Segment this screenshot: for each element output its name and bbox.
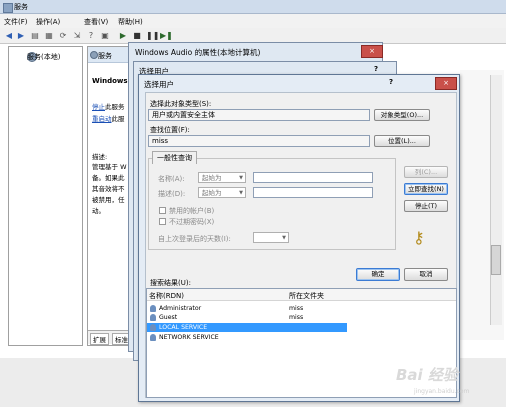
- view-icon[interactable]: ▣: [100, 31, 110, 41]
- menu-bar: 文件(F) 操作(A) 查看(V) 帮助(H): [0, 14, 506, 28]
- results-label: 搜索结果(U):: [150, 279, 191, 287]
- watermark-subtext: jingyan.baidu.com: [414, 388, 470, 395]
- disabled-accounts-checkbox[interactable]: [159, 207, 166, 214]
- tab-extended[interactable]: 扩展: [90, 333, 109, 345]
- start-icon[interactable]: ▶: [118, 31, 128, 41]
- menu-file[interactable]: 文件(F): [4, 17, 28, 27]
- window-title: 服务: [14, 3, 28, 11]
- close-icon[interactable]: ×: [361, 45, 383, 58]
- name-match-select[interactable]: 起始为 ▼: [198, 172, 246, 183]
- dialog-title: 选择用户: [144, 80, 174, 89]
- stop-icon[interactable]: ■: [132, 31, 142, 41]
- no-expire-password-checkbox[interactable]: [159, 218, 166, 225]
- export-icon[interactable]: ⇲: [72, 31, 82, 41]
- menu-action[interactable]: 操作(A): [36, 17, 60, 27]
- gear-icon: [90, 51, 98, 59]
- stop-button[interactable]: 停止(T): [404, 200, 448, 212]
- result-name: LOCAL SERVICE: [159, 324, 208, 331]
- location-label: 查找位置(F):: [150, 126, 190, 134]
- help-icon[interactable]: ?: [86, 31, 96, 41]
- restart-icon[interactable]: ▶❚: [160, 31, 173, 41]
- column-header-name[interactable]: 名称(RDN): [149, 291, 184, 301]
- object-type-label: 选择此对象类型(S):: [150, 100, 212, 108]
- name-input[interactable]: [253, 172, 373, 183]
- restart-link-suffix: 此服: [111, 115, 125, 123]
- ok-button[interactable]: 确定: [356, 268, 400, 281]
- console-tree-icon[interactable]: ▤: [30, 31, 40, 41]
- vertical-scrollbar[interactable]: [490, 75, 502, 325]
- forward-icon[interactable]: ▶: [16, 31, 26, 41]
- user-icon: [150, 314, 156, 321]
- panel-header-title: 服务: [98, 52, 112, 60]
- location-field: miss: [148, 135, 370, 147]
- close-icon[interactable]: ×: [435, 77, 457, 90]
- help-icon[interactable]: ?: [389, 78, 393, 86]
- user-icon: [150, 334, 156, 341]
- chevron-down-icon: ▼: [282, 235, 286, 241]
- find-now-button[interactable]: 立即查找(N): [404, 183, 448, 195]
- column-header-folder[interactable]: 所在文件夹: [289, 291, 324, 301]
- refresh-icon[interactable]: ⟳: [58, 31, 68, 41]
- restart-link[interactable]: 重启动: [92, 115, 112, 123]
- user-icon: [150, 324, 156, 331]
- user-icon: [150, 305, 156, 312]
- properties-icon[interactable]: ▦: [44, 31, 54, 41]
- scrollbar-thumb[interactable]: [491, 245, 501, 275]
- object-types-button[interactable]: 对象类型(O)...: [374, 109, 430, 121]
- menu-help[interactable]: 帮助(H): [118, 17, 143, 27]
- query-key-icon: ⚷: [413, 228, 425, 247]
- result-name: Administrator: [159, 305, 202, 312]
- result-row[interactable]: NETWORK SERVICE: [147, 333, 347, 342]
- chevron-down-icon: ▼: [239, 190, 243, 196]
- description-label: 描述(D):: [158, 190, 186, 198]
- cancel-button[interactable]: 取消: [404, 268, 448, 281]
- days-since-logon-select[interactable]: ▼: [253, 232, 289, 243]
- description-match-select[interactable]: 起始为 ▼: [198, 187, 246, 198]
- stop-link-suffix: 此服务: [105, 103, 125, 111]
- disabled-accounts-label: 禁用的帐户(B): [169, 207, 215, 215]
- chevron-down-icon: ▼: [239, 175, 243, 181]
- result-row-selected[interactable]: LOCAL SERVICE: [147, 323, 347, 332]
- tree-item-services-local[interactable]: 服务(本地): [27, 52, 60, 62]
- description-match-value: 起始为: [202, 189, 222, 197]
- menu-view[interactable]: 查看(V): [84, 17, 108, 27]
- result-name: NETWORK SERVICE: [159, 334, 219, 341]
- baidu-watermark: Bai 经验 jingyan.baidu.com: [392, 358, 504, 405]
- object-type-field: 用户或内置安全主体: [148, 109, 370, 121]
- services-titlebar: 服务: [0, 0, 506, 14]
- result-folder: miss: [289, 314, 304, 321]
- no-expire-password-label: 不过期密码(X): [169, 218, 215, 226]
- name-match-value: 起始为: [202, 174, 222, 182]
- locations-button[interactable]: 位置(L)...: [374, 135, 430, 147]
- days-since-logon-label: 自上次登录后的天数(I):: [158, 235, 231, 243]
- help-icon[interactable]: ?: [374, 65, 378, 73]
- description-input[interactable]: [253, 187, 373, 198]
- back-icon[interactable]: ◀: [4, 31, 14, 41]
- columns-button[interactable]: 列(C)...: [404, 166, 448, 178]
- console-tree[interactable]: 服务(本地): [8, 46, 83, 346]
- stop-link[interactable]: 停止: [92, 103, 105, 111]
- audio-dialog-title: Windows Audio 的属性(本地计算机): [135, 48, 261, 57]
- pause-icon[interactable]: ❚❚: [146, 31, 159, 41]
- tab-common-queries[interactable]: 一般性查询: [152, 151, 197, 164]
- name-label: 名称(A):: [158, 175, 185, 183]
- result-row[interactable]: Administrator miss: [147, 304, 347, 313]
- results-header: 名称(RDN) 所在文件夹: [147, 289, 456, 301]
- result-name: Guest: [159, 314, 178, 321]
- watermark-text: Bai 经验: [396, 366, 458, 384]
- result-folder: miss: [289, 305, 304, 312]
- services-app-icon: [3, 3, 13, 13]
- result-row[interactable]: Guest miss: [147, 313, 347, 322]
